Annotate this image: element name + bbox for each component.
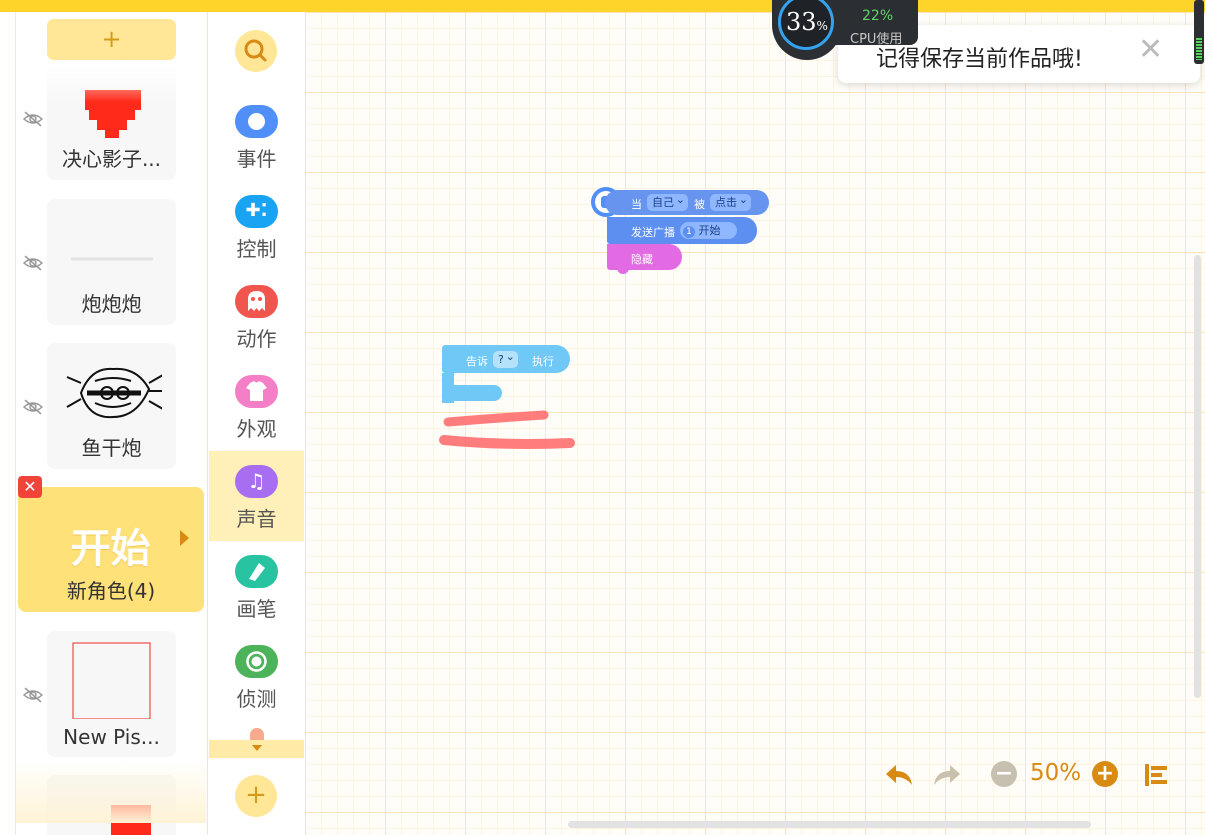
close-icon[interactable]: ✕ <box>1138 35 1163 65</box>
sprite-name: New Pis... <box>63 725 160 749</box>
eye-hidden-icon[interactable] <box>22 687 44 703</box>
expand-arrow-icon[interactable] <box>180 530 189 546</box>
events-icon <box>235 105 278 138</box>
cpu-caption: CPU使用 <box>850 32 903 47</box>
scribble-annotation <box>439 410 575 449</box>
eye-hidden-icon[interactable] <box>22 111 44 127</box>
hide-block[interactable]: 隐藏 <box>607 244 682 274</box>
sprite-name: 决心影子... <box>61 147 162 171</box>
sprite-thumbnail <box>72 642 151 719</box>
sprite-card-5[interactable]: New Pis... <box>47 631 176 757</box>
music-note-icon: ♫ <box>235 465 278 498</box>
category-sound[interactable]: ♫ 声音 <box>209 451 304 541</box>
zoom-out-button[interactable]: − <box>991 761 1017 787</box>
cpu-percent: 33% <box>786 8 828 36</box>
message-dropdown[interactable]: 1 开始 <box>680 222 737 239</box>
broadcast-block[interactable]: 发送广播 1 开始 <box>607 217 757 244</box>
add-extension-button[interactable]: + <box>235 775 277 817</box>
category-pen[interactable]: 画笔 <box>209 541 304 631</box>
top-bar <box>0 0 1205 12</box>
event-block[interactable]: 当 自己 被 点击 <box>591 187 769 217</box>
sprite-thumbnail: 开始 <box>70 526 151 572</box>
search-button[interactable] <box>235 30 277 72</box>
eye-hidden-icon[interactable] <box>22 399 44 415</box>
category-events[interactable]: 事件 <box>209 91 304 181</box>
tell-block[interactable]: 告诉 ? 执行 <box>442 345 572 403</box>
zoom-in-button[interactable]: + <box>1092 761 1118 787</box>
chevron-down-icon <box>252 745 262 751</box>
delete-sprite-button[interactable]: ✕ <box>18 476 42 498</box>
sprite-card-1[interactable]: 决心影子... <box>47 62 176 180</box>
sprite-card-3[interactable]: 鱼干炮 <box>47 343 176 469</box>
undo-icon[interactable] <box>884 762 914 788</box>
sprite-card-selected[interactable]: 开始 新角色(4) <box>18 487 204 612</box>
sprite-card-2[interactable]: 炮炮炮 <box>47 199 176 325</box>
sprite-name: 炮炮炮 <box>81 292 142 316</box>
pen-icon <box>235 555 278 588</box>
eye-hidden-icon[interactable] <box>22 255 44 271</box>
vertical-scrollbar[interactable] <box>1194 255 1201 698</box>
category-looks[interactable]: 外观 <box>209 361 304 451</box>
sprite-thumbnail <box>66 367 162 419</box>
category-control[interactable]: ✚⁚ 控制 <box>209 181 304 271</box>
zoom-level: 50% <box>1030 760 1082 786</box>
zoom-controls: − 50% + <box>884 760 1184 790</box>
sprite-thumbnail <box>111 805 151 835</box>
search-icon <box>244 39 267 62</box>
sprite-thumbnail <box>71 257 153 261</box>
target-icon <box>235 645 278 678</box>
category-sensing[interactable]: 侦测 <box>209 631 304 721</box>
tell-target-dropdown[interactable]: ? <box>493 348 518 368</box>
memory-usage: 22% <box>862 8 894 24</box>
gamepad-icon: ✚⁚ <box>235 195 278 228</box>
ghost-icon <box>235 285 278 318</box>
redo-icon[interactable] <box>932 762 962 788</box>
sprite-card-6[interactable] <box>47 775 176 835</box>
category-motion[interactable]: 动作 <box>209 271 304 361</box>
align-blocks-icon[interactable] <box>1142 762 1170 788</box>
target-dropdown[interactable]: 自己 <box>647 191 688 211</box>
sprite-name: 鱼干炮 <box>81 436 142 460</box>
battery-indicator <box>1194 0 1204 64</box>
shirt-icon <box>235 375 278 408</box>
add-sprite-button[interactable]: + <box>47 19 176 60</box>
sprite-name: 新角色(4) <box>66 579 156 603</box>
action-dropdown[interactable]: 点击 <box>710 191 751 211</box>
sprite-thumbnail <box>85 90 141 138</box>
category-scroll-down[interactable] <box>209 728 304 758</box>
cpu-monitor-widget[interactable]: 33% 22% CPU使用 <box>772 0 918 60</box>
horizontal-scrollbar[interactable] <box>568 821 1091 828</box>
